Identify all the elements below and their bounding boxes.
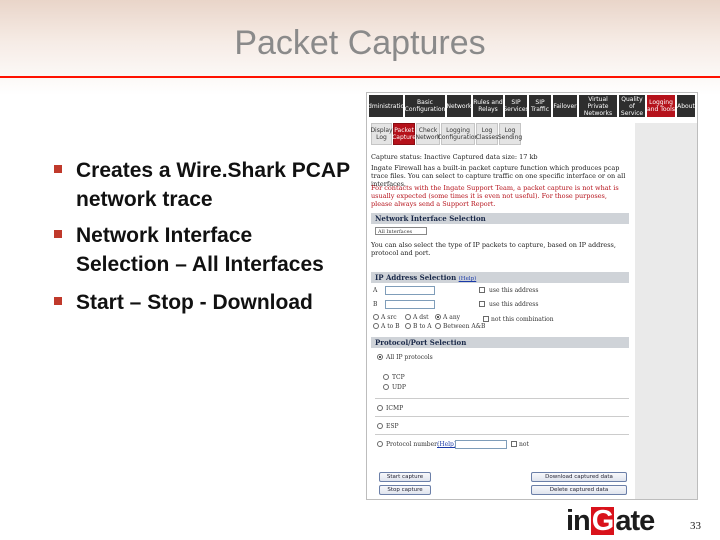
ip-address-a-input[interactable] <box>385 286 435 295</box>
nav-administration[interactable]: Administration <box>367 95 408 117</box>
protocol-port-header: Protocol/Port Selection <box>371 337 629 348</box>
network-interface-header: Network Interface Selection <box>371 213 629 224</box>
capture-status: Capture status: Inactive Captured data s… <box>371 153 538 161</box>
square-bullet-icon <box>54 165 62 173</box>
square-bullet-icon <box>54 297 62 305</box>
bullet-item: Start – Stop - Download <box>50 288 350 317</box>
nav-sip-traffic[interactable]: SIP Traffic <box>529 95 551 117</box>
protocol-label: UDP <box>392 384 406 391</box>
bullet-list: Creates a Wire.Shark PCAP network trace … <box>50 156 350 324</box>
protocol-radio[interactable] <box>377 405 383 411</box>
direction-radio[interactable] <box>405 323 411 329</box>
interface-select[interactable]: All Interfaces <box>375 227 427 235</box>
use-address-label: use this address <box>489 301 539 308</box>
protocol-radio[interactable] <box>377 441 383 447</box>
ip-address-b-input[interactable] <box>385 300 435 309</box>
direction-radio[interactable] <box>373 314 379 320</box>
download-captured-data-button[interactable]: Download captured data <box>531 472 627 482</box>
nav-sip-services[interactable]: SIP Services <box>503 95 529 117</box>
delete-captured-data-button[interactable]: Delete captured data <box>531 485 627 495</box>
slide-title: Packet Captures <box>234 24 486 62</box>
nav-about[interactable]: About <box>677 95 695 117</box>
filter-description: You can also select the type of IP packe… <box>371 241 616 257</box>
protocol-label: TCP <box>392 374 405 381</box>
protocol-not-checkbox[interactable] <box>511 441 517 447</box>
ip-address-header: IP Address Selection (Help) <box>371 272 629 283</box>
direction-radio[interactable] <box>405 314 411 320</box>
direction-radio[interactable] <box>373 323 379 329</box>
ingate-logo: in Gate <box>566 504 655 537</box>
bullet-text: Start – Stop - Download <box>76 291 313 314</box>
tab-check-network[interactable]: Check Network <box>415 123 441 145</box>
ip-help-link[interactable]: (Help) <box>459 276 477 282</box>
protocol-radio[interactable] <box>383 374 389 380</box>
not-combination-checkbox[interactable] <box>483 316 489 322</box>
tab-packet-capture[interactable]: Packet Capture <box>392 123 416 145</box>
bullet-text: Network Interface Selection – All Interf… <box>76 224 324 276</box>
protocol-radio[interactable] <box>383 384 389 390</box>
protocol-help-link[interactable]: (Help) <box>437 441 456 448</box>
nav-vpn[interactable]: Virtual Private Networks <box>579 95 617 117</box>
nav-rules-relays[interactable]: Rules and Relays <box>473 95 503 117</box>
direction-label: A to B <box>381 323 400 330</box>
direction-label: A any <box>443 314 461 321</box>
protocol-label: ICMP <box>386 405 404 412</box>
start-capture-button[interactable]: Start capture <box>379 472 431 482</box>
direction-label: A dst <box>413 314 429 321</box>
bullet-item: Network Interface Selection – All Interf… <box>50 221 350 279</box>
ip-header-label: IP Address Selection <box>375 273 457 282</box>
logo-text-suffix: ate <box>615 504 655 537</box>
tab-display-log[interactable]: Display Log <box>370 123 393 145</box>
protocol-divider <box>375 416 629 417</box>
support-warning: For contacts with the Ingate Support Tea… <box>371 184 619 208</box>
not-combination-label: not this combination <box>491 316 554 323</box>
protocol-radio-selected[interactable] <box>377 354 383 360</box>
direction-label: B to A <box>413 323 432 330</box>
protocol-not-label: not <box>519 441 529 448</box>
nav-basic-configuration[interactable]: Basic Configuration <box>405 95 445 117</box>
tab-log-sending[interactable]: Log Sending <box>498 123 522 145</box>
square-bullet-icon <box>54 230 62 238</box>
page-number: 33 <box>690 520 701 532</box>
bullet-item: Creates a Wire.Shark PCAP network trace <box>50 156 350 214</box>
nav-network[interactable]: Network <box>446 95 472 117</box>
bullet-text: Creates a Wire.Shark PCAP network trace <box>76 159 350 211</box>
protocol-label: ESP <box>386 423 399 430</box>
nav-failover[interactable]: Failover <box>553 95 577 117</box>
nav-logging-tools[interactable]: Logging and Tools <box>647 95 675 117</box>
nav-quality-of-service[interactable]: Quality of Service <box>619 95 645 117</box>
protocol-label: Protocol number: <box>386 441 440 448</box>
use-address-b-checkbox[interactable] <box>479 301 485 307</box>
capture-page: Display Log Packet Capture Check Network… <box>370 123 633 499</box>
use-address-a-checkbox[interactable] <box>479 287 485 293</box>
tab-logging-configuration[interactable]: Logging Configuration <box>438 123 478 145</box>
side-panel <box>635 123 697 499</box>
protocol-divider <box>375 434 629 435</box>
protocol-number-input[interactable] <box>455 440 507 449</box>
ip-row-label: B <box>373 301 378 308</box>
top-navigation: Administration Basic Configuration Netwo… <box>367 93 697 119</box>
protocol-radio[interactable] <box>377 423 383 429</box>
protocol-divider <box>375 398 629 399</box>
stop-capture-button[interactable]: Stop capture <box>379 485 431 495</box>
direction-radio[interactable] <box>435 323 441 329</box>
direction-radio-selected[interactable] <box>435 314 441 320</box>
protocol-label: All IP protocols <box>386 354 433 361</box>
tab-log-classes[interactable]: Log Classes <box>476 123 498 145</box>
packet-capture-screenshot: Administration Basic Configuration Netwo… <box>366 92 698 500</box>
ip-row-label: A <box>373 287 378 294</box>
direction-label: Between A&B <box>443 323 486 330</box>
use-address-label: use this address <box>489 287 539 294</box>
logo-g-box: G <box>590 505 615 537</box>
logo-text-prefix: in <box>566 504 591 537</box>
direction-label: A src <box>381 314 397 321</box>
title-divider <box>0 76 720 78</box>
